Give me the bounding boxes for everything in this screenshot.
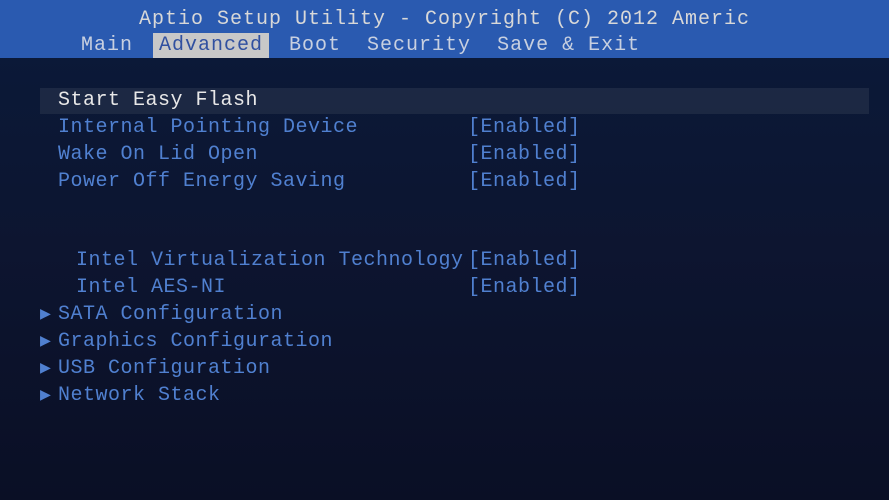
tab-advanced[interactable]: Advanced xyxy=(153,33,269,58)
item-label: Start Easy Flash xyxy=(58,91,468,111)
item-internal-pointing-device[interactable]: Internal Pointing Device [Enabled] xyxy=(40,115,869,141)
item-value: [Enabled] xyxy=(468,251,581,271)
item-label: Network Stack xyxy=(58,386,468,406)
submenu-arrow-icon: ▶ xyxy=(40,360,58,378)
item-label: Wake On Lid Open xyxy=(58,145,468,165)
item-start-easy-flash[interactable]: Start Easy Flash xyxy=(40,88,869,114)
item-label: Power Off Energy Saving xyxy=(58,172,468,192)
submenu-arrow-icon: ▶ xyxy=(40,306,58,324)
item-label: Intel Virtualization Technology xyxy=(76,251,468,271)
submenu-arrow-icon: ▶ xyxy=(40,333,58,351)
item-label: Graphics Configuration xyxy=(58,332,468,352)
item-label: USB Configuration xyxy=(58,359,468,379)
item-label: SATA Configuration xyxy=(58,305,468,325)
tab-security[interactable]: Security xyxy=(361,33,477,58)
item-power-off-energy-saving[interactable]: Power Off Energy Saving [Enabled] xyxy=(40,169,869,195)
item-label: Internal Pointing Device xyxy=(58,118,468,138)
settings-panel: Start Easy Flash Internal Pointing Devic… xyxy=(0,58,889,409)
item-value: [Enabled] xyxy=(468,278,581,298)
item-value: [Enabled] xyxy=(468,145,581,165)
item-usb-configuration[interactable]: ▶ USB Configuration xyxy=(40,356,869,382)
bios-title: Aptio Setup Utility - Copyright (C) 2012… xyxy=(0,4,889,33)
header-bar: Aptio Setup Utility - Copyright (C) 2012… xyxy=(0,0,889,58)
submenu-arrow-icon: ▶ xyxy=(40,387,58,405)
group-spacer xyxy=(40,196,869,248)
tab-bar: Main Advanced Boot Security Save & Exit xyxy=(0,33,889,58)
item-intel-aes-ni[interactable]: Intel AES-NI [Enabled] xyxy=(40,275,869,301)
item-sata-configuration[interactable]: ▶ SATA Configuration xyxy=(40,302,869,328)
item-label: Intel AES-NI xyxy=(76,278,468,298)
item-graphics-configuration[interactable]: ▶ Graphics Configuration xyxy=(40,329,869,355)
tab-main[interactable]: Main xyxy=(75,33,139,58)
item-wake-on-lid-open[interactable]: Wake On Lid Open [Enabled] xyxy=(40,142,869,168)
tab-save-exit[interactable]: Save & Exit xyxy=(491,33,646,58)
bios-screen: Aptio Setup Utility - Copyright (C) 2012… xyxy=(0,0,889,500)
item-value: [Enabled] xyxy=(468,118,581,138)
item-value: [Enabled] xyxy=(468,172,581,192)
tab-boot[interactable]: Boot xyxy=(283,33,347,58)
item-network-stack[interactable]: ▶ Network Stack xyxy=(40,383,869,409)
item-intel-virtualization[interactable]: Intel Virtualization Technology [Enabled… xyxy=(40,248,869,274)
